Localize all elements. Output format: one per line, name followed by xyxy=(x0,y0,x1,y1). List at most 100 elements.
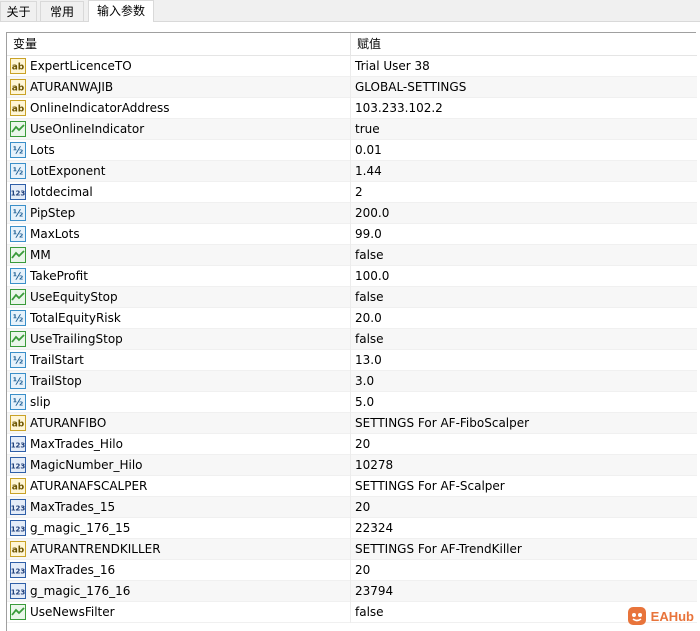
column-header-variable[interactable]: 变量 xyxy=(7,33,350,56)
tab-about[interactable]: 关于 xyxy=(0,1,37,21)
parameter-name-cell[interactable]: ½ MaxLots xyxy=(7,224,350,244)
parameter-value-cell[interactable]: 99.0 xyxy=(351,224,695,244)
parameter-name-cell[interactable]: ½ TotalEquityRisk xyxy=(7,308,350,328)
parameter-name-cell[interactable]: ab ATURANAFSCALPER xyxy=(7,476,350,496)
parameter-name-cell[interactable]: ab ExpertLicenceTO xyxy=(7,56,350,76)
parameter-row[interactable]: ½ TrailStart 13.0 xyxy=(7,350,697,371)
parameter-name-cell[interactable]: ab ATURANWAJIB xyxy=(7,77,350,97)
parameter-row[interactable]: ½ Lots 0.01 xyxy=(7,140,697,161)
parameter-name-cell[interactable]: ½ PipStep xyxy=(7,203,350,223)
parameter-name-cell[interactable]: 123 lotdecimal xyxy=(7,182,350,202)
parameter-value-cell[interactable]: Trial User 38 xyxy=(351,56,695,76)
parameter-value-cell[interactable]: 20 xyxy=(351,560,695,580)
parameter-value-cell[interactable]: SETTINGS For AF-FiboScalper xyxy=(351,413,695,433)
parameter-name-cell[interactable]: UseOnlineIndicator xyxy=(7,119,350,139)
parameter-row[interactable]: ab ATURANFIBO SETTINGS For AF-FiboScalper xyxy=(7,413,697,434)
parameter-value-cell[interactable]: 1.44 xyxy=(351,161,695,181)
watermark-text: EAHub xyxy=(650,608,694,624)
double-icon: ½ xyxy=(10,205,26,221)
parameter-name-cell[interactable]: 123 MaxTrades_Hilo xyxy=(7,434,350,454)
tab-input-parameters[interactable]: 输入参数 xyxy=(88,0,154,22)
parameter-name-cell[interactable]: ½ TrailStart xyxy=(7,350,350,370)
parameter-row[interactable]: 123 MagicNumber_Hilo 10278 xyxy=(7,455,697,476)
parameter-row[interactable]: 123 lotdecimal 2 xyxy=(7,182,697,203)
column-header-value[interactable]: 赋值 xyxy=(351,33,697,56)
parameter-row[interactable]: 123 MaxTrades_16 20 xyxy=(7,560,697,581)
parameter-value-cell[interactable]: 22324 xyxy=(351,518,695,538)
parameter-value-cell[interactable]: 20 xyxy=(351,434,695,454)
parameter-value-cell[interactable]: 23794 xyxy=(351,581,695,601)
parameter-value-cell[interactable]: 0.01 xyxy=(351,140,695,160)
parameter-name-cell[interactable]: ab OnlineIndicatorAddress xyxy=(7,98,350,118)
parameter-row[interactable]: ab ATURANAFSCALPER SETTINGS For AF-Scalper xyxy=(7,476,697,497)
parameter-name-cell[interactable]: 123 g_magic_176_15 xyxy=(7,518,350,538)
parameter-row[interactable]: ½ LotExponent 1.44 xyxy=(7,161,697,182)
parameter-row[interactable]: ½ TrailStop 3.0 xyxy=(7,371,697,392)
parameter-name-cell[interactable]: 123 MagicNumber_Hilo xyxy=(7,455,350,475)
parameter-name: UseTrailingStop xyxy=(30,332,123,346)
tab-common[interactable]: 常用 xyxy=(40,1,84,21)
parameter-row[interactable]: ½ PipStep 200.0 xyxy=(7,203,697,224)
grid-header: 变量 赋值 xyxy=(7,33,697,56)
parameter-row[interactable]: UseOnlineIndicator true xyxy=(7,119,697,140)
bool-icon xyxy=(10,247,26,263)
eahub-watermark: EAHub xyxy=(627,605,694,627)
parameter-row[interactable]: UseNewsFilter false xyxy=(7,602,697,623)
parameter-name: lotdecimal xyxy=(30,185,93,199)
svg-text:123: 123 xyxy=(11,463,26,471)
parameter-value-cell[interactable]: 10278 xyxy=(351,455,695,475)
parameter-value-cell[interactable]: 20.0 xyxy=(351,308,695,328)
parameter-name-cell[interactable]: ab ATURANTRENDKILLER xyxy=(7,539,350,559)
parameter-name-cell[interactable]: ½ slip xyxy=(7,392,350,412)
parameter-name-cell[interactable]: ½ LotExponent xyxy=(7,161,350,181)
parameter-value-cell[interactable]: GLOBAL-SETTINGS xyxy=(351,77,695,97)
parameter-value-cell[interactable]: 3.0 xyxy=(351,371,695,391)
parameter-value-cell[interactable]: SETTINGS For AF-TrendKiller xyxy=(351,539,695,559)
parameter-row[interactable]: ab OnlineIndicatorAddress 103.233.102.2 xyxy=(7,98,697,119)
parameter-value-cell[interactable]: 100.0 xyxy=(351,266,695,286)
parameter-value-cell[interactable]: 20 xyxy=(351,497,695,517)
parameter-name-cell[interactable]: ab ATURANFIBO xyxy=(7,413,350,433)
parameter-name-cell[interactable]: ½ TrailStop xyxy=(7,371,350,391)
parameter-name-cell[interactable]: 123 MaxTrades_15 xyxy=(7,497,350,517)
parameter-row[interactable]: UseEquityStop false xyxy=(7,287,697,308)
parameter-row[interactable]: 123 g_magic_176_16 23794 xyxy=(7,581,697,602)
parameter-name-cell[interactable]: UseTrailingStop xyxy=(7,329,350,349)
parameter-value-cell[interactable]: false xyxy=(351,245,695,265)
parameter-value-cell[interactable]: false xyxy=(351,287,695,307)
parameter-name-cell[interactable]: 123 MaxTrades_16 xyxy=(7,560,350,580)
parameter-row[interactable]: ab ExpertLicenceTO Trial User 38 xyxy=(7,56,697,77)
string-icon: ab xyxy=(10,415,26,431)
parameter-value-cell[interactable]: 13.0 xyxy=(351,350,695,370)
parameter-name-cell[interactable]: MM xyxy=(7,245,350,265)
parameter-value-cell[interactable]: 200.0 xyxy=(351,203,695,223)
parameter-row[interactable]: ½ slip 5.0 xyxy=(7,392,697,413)
parameter-name: UseNewsFilter xyxy=(30,605,115,619)
parameter-row[interactable]: ½ TotalEquityRisk 20.0 xyxy=(7,308,697,329)
parameter-name-cell[interactable]: 123 g_magic_176_16 xyxy=(7,581,350,601)
parameter-row[interactable]: 123 MaxTrades_Hilo 20 xyxy=(7,434,697,455)
parameter-row[interactable]: ½ TakeProfit 100.0 xyxy=(7,266,697,287)
parameter-name-cell[interactable]: ½ TakeProfit xyxy=(7,266,350,286)
parameter-value-cell[interactable]: 2 xyxy=(351,182,695,202)
parameter-row[interactable]: ab ATURANWAJIB GLOBAL-SETTINGS xyxy=(7,77,697,98)
parameter-name-cell[interactable]: UseEquityStop xyxy=(7,287,350,307)
parameter-row[interactable]: 123 MaxTrades_15 20 xyxy=(7,497,697,518)
parameter-row[interactable]: ½ MaxLots 99.0 xyxy=(7,224,697,245)
parameter-row[interactable]: ab ATURANTRENDKILLER SETTINGS For AF-Trend… xyxy=(7,539,697,560)
parameter-name: ExpertLicenceTO xyxy=(30,59,132,73)
parameter-value-cell[interactable]: 103.233.102.2 xyxy=(351,98,695,118)
parameter-value-cell[interactable]: false xyxy=(351,329,695,349)
parameter-name-cell[interactable]: UseNewsFilter xyxy=(7,602,350,622)
parameter-name: g_magic_176_16 xyxy=(30,584,131,598)
parameter-value-cell[interactable]: SETTINGS For AF-Scalper xyxy=(351,476,695,496)
parameter-name: TrailStop xyxy=(30,374,82,388)
parameter-value-cell[interactable]: true xyxy=(351,119,695,139)
parameter-name-cell[interactable]: ½ Lots xyxy=(7,140,350,160)
parameter-name: LotExponent xyxy=(30,164,106,178)
parameter-row[interactable]: UseTrailingStop false xyxy=(7,329,697,350)
parameter-row[interactable]: 123 g_magic_176_15 22324 xyxy=(7,518,697,539)
int-icon: 123 xyxy=(10,184,26,200)
parameter-value-cell[interactable]: 5.0 xyxy=(351,392,695,412)
parameter-row[interactable]: MM false xyxy=(7,245,697,266)
